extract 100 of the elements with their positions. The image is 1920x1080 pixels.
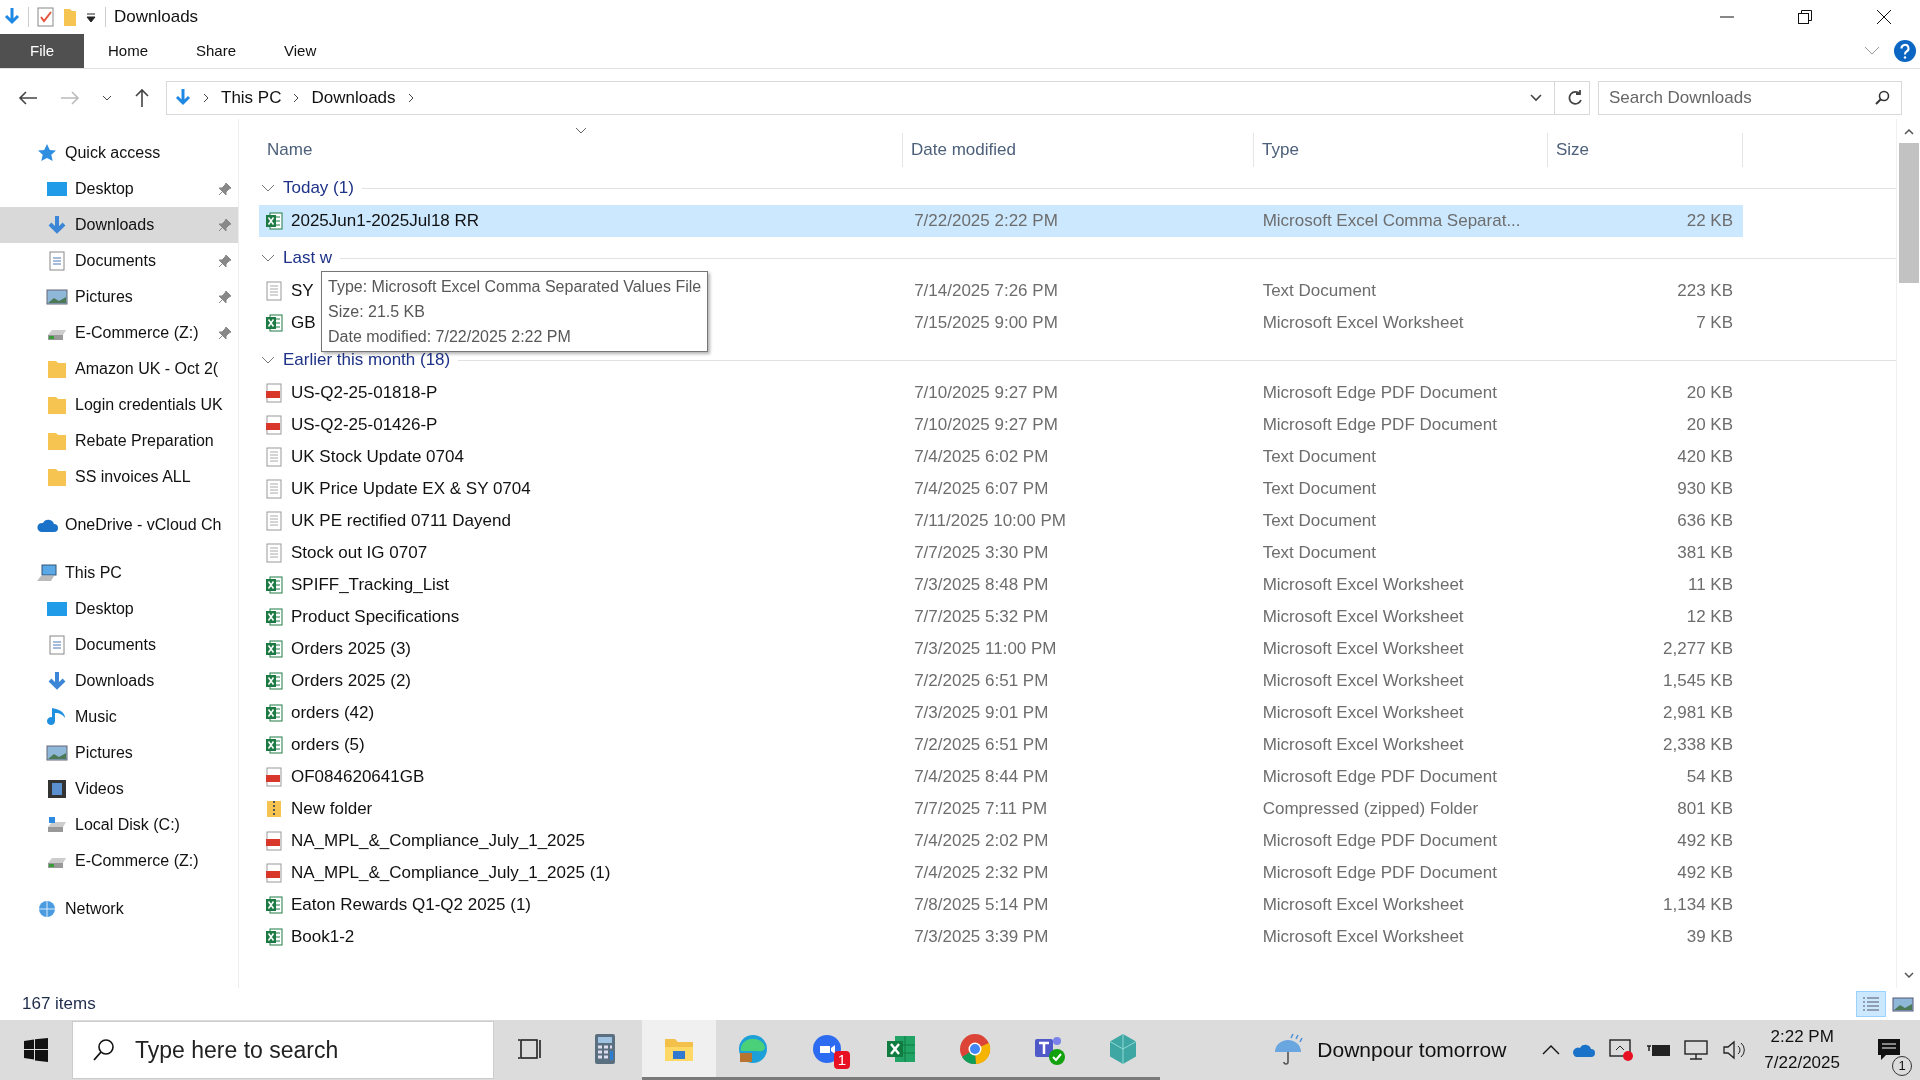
file-name[interactable]: US-Q2-25-01818-P xyxy=(291,383,438,403)
file-tab[interactable]: File xyxy=(0,34,84,68)
file-name[interactable]: NA_MPL_&_Compliance_July_1_2025 (1) xyxy=(291,863,611,883)
nav-item[interactable]: OneDrive - vCloud Ch xyxy=(0,507,238,543)
file-name[interactable]: Orders 2025 (2) xyxy=(291,671,411,691)
download-arrow-icon[interactable] xyxy=(4,7,20,27)
chevron-right-icon[interactable] xyxy=(407,93,414,103)
column-header[interactable]: Name xyxy=(259,133,903,167)
file-name[interactable]: New folder xyxy=(291,799,373,819)
windows-logo-icon[interactable] xyxy=(24,1038,48,1062)
address-bar[interactable]: This PC Downloads xyxy=(166,81,1590,115)
nav-item[interactable]: E-Commerce (Z:) xyxy=(0,843,238,879)
pin-icon[interactable] xyxy=(218,326,232,340)
chevron-down-icon[interactable] xyxy=(261,183,275,193)
nav-item[interactable]: Quick access xyxy=(0,135,238,171)
nav-item[interactable]: Downloads xyxy=(0,663,238,699)
nav-item[interactable]: Videos xyxy=(0,771,238,807)
nav-item[interactable]: SS invoices ALL xyxy=(0,459,238,495)
file-name[interactable]: UK Price Update EX & SY 0704 xyxy=(291,479,531,499)
selected-file-row[interactable]: 2025Jun1-2025Jul18 RR 7/22/2025 2:22 PM Microsoft Excel Comma Separat... 22 KB xyxy=(259,205,1743,237)
chevron-up-icon[interactable] xyxy=(1542,1045,1561,1055)
group-header[interactable]: Last w xyxy=(283,248,333,268)
back-arrow-icon[interactable] xyxy=(18,90,38,106)
network-icon[interactable] xyxy=(1684,1039,1711,1061)
file-name[interactable]: Orders 2025 (3) xyxy=(291,639,411,659)
scroll-thumb[interactable] xyxy=(1898,143,1919,283)
ribbon-tab[interactable]: Share xyxy=(172,34,261,68)
nav-item[interactable]: E-Commerce (Z:) xyxy=(0,315,238,351)
file-name[interactable]: NA_MPL_&_Compliance_July_1_2025 xyxy=(291,831,585,851)
file-name[interactable]: UK PE rectified 0711 Dayend xyxy=(291,511,511,531)
breadcrumb[interactable]: This PC xyxy=(221,88,282,108)
nav-item[interactable]: Login credentials UK xyxy=(0,387,238,423)
pin-icon[interactable] xyxy=(218,290,232,304)
screen-alert-icon[interactable] xyxy=(1608,1038,1635,1062)
download-arrow-icon xyxy=(175,88,191,108)
nav-item[interactable]: Local Disk (C:) xyxy=(0,807,238,843)
nav-item[interactable]: This PC xyxy=(0,555,238,591)
nav-item[interactable]: Desktop xyxy=(0,171,238,207)
file-name[interactable]: SPIFF_Tracking_List xyxy=(291,575,450,595)
pin-icon[interactable] xyxy=(218,182,232,196)
file-name[interactable]: GB xyxy=(291,313,316,333)
column-header[interactable]: Type xyxy=(1254,133,1548,167)
nav-item[interactable]: Pictures xyxy=(0,735,238,771)
nav-item[interactable]: Pictures xyxy=(0,279,238,315)
chevron-right-icon[interactable] xyxy=(293,93,300,103)
up-arrow-icon[interactable] xyxy=(134,88,150,108)
nav-item[interactable]: Network xyxy=(0,891,238,927)
help-icon[interactable] xyxy=(1894,40,1916,62)
ribbon-tab[interactable]: Home xyxy=(84,34,172,68)
file-name[interactable]: Book1-2 xyxy=(291,927,355,947)
chevron-right-icon[interactable] xyxy=(203,93,209,103)
chevron-down-icon[interactable] xyxy=(1530,94,1542,102)
restore-icon[interactable] xyxy=(1798,10,1812,24)
text-file-icon xyxy=(265,543,283,563)
clock-date[interactable]: 7/22/2025 xyxy=(1764,1050,1840,1076)
taskbar-search-field[interactable]: Type here to search xyxy=(72,1021,494,1079)
file-name[interactable]: 2025Jun1-2025Jul18 RR xyxy=(291,211,480,231)
chevron-down-icon[interactable] xyxy=(102,95,112,101)
taskbar-app[interactable]: 1 xyxy=(790,1020,864,1080)
file-name[interactable]: orders (5) xyxy=(291,735,365,755)
weather-text[interactable]: Downpour tomorrow xyxy=(1317,1038,1507,1062)
vertical-scrollbar[interactable] xyxy=(1896,119,1920,988)
group-header[interactable]: Earlier this month (18) xyxy=(283,350,451,370)
ribbon-tab[interactable]: View xyxy=(260,34,341,68)
file-type: Microsoft Excel Comma Separat... xyxy=(1261,211,1522,231)
group-header[interactable]: Today (1) xyxy=(283,178,354,198)
scroll-up-icon[interactable] xyxy=(1903,129,1914,135)
taskbar-app[interactable] xyxy=(642,1020,716,1080)
sort-chevron-icon[interactable] xyxy=(575,127,587,134)
cloud-icon[interactable] xyxy=(1572,1042,1597,1058)
scroll-down-icon[interactable] xyxy=(1903,972,1914,978)
file-name[interactable]: Product Specifications xyxy=(291,607,460,627)
clock-time[interactable]: 2:22 PM xyxy=(1770,1024,1834,1050)
nav-item[interactable]: Desktop xyxy=(0,591,238,627)
file-name[interactable]: UK Stock Update 0704 xyxy=(291,447,464,467)
search-icon[interactable] xyxy=(1874,90,1890,106)
breadcrumb[interactable]: Downloads xyxy=(311,88,396,108)
file-name[interactable]: Stock out IG 0707 xyxy=(291,543,428,563)
file-name[interactable]: OF084620641GB xyxy=(291,767,425,787)
file-name[interactable]: Eaton Rewards Q1-Q2 2025 (1) xyxy=(291,895,531,915)
pin-icon[interactable] xyxy=(218,218,232,232)
close-icon[interactable] xyxy=(1876,9,1892,25)
nav-item[interactable]: Documents xyxy=(0,243,238,279)
nav-item[interactable]: Amazon UK - Oct 2( xyxy=(0,351,238,387)
column-header[interactable]: Date modified xyxy=(903,133,1254,167)
nav-item[interactable]: Documents xyxy=(0,627,238,663)
column-header[interactable]: Size xyxy=(1548,133,1743,167)
chevron-down-icon[interactable] xyxy=(261,355,275,365)
file-name[interactable]: orders (42) xyxy=(291,703,375,723)
properties-icon[interactable] xyxy=(37,7,55,27)
nav-item[interactable]: Music xyxy=(0,699,238,735)
chevron-down-icon[interactable] xyxy=(261,253,275,263)
nav-item[interactable]: Downloads xyxy=(0,207,238,243)
nav-item[interactable]: Rebate Preparation xyxy=(0,423,238,459)
file-name[interactable]: US-Q2-25-01426-P xyxy=(291,415,438,435)
dropdown-arrow-icon[interactable] xyxy=(85,11,97,23)
file-name[interactable]: SY xyxy=(291,281,314,301)
refresh-icon[interactable] xyxy=(1567,89,1583,107)
search-field[interactable]: Search Downloads xyxy=(1598,81,1902,115)
pin-icon[interactable] xyxy=(218,254,232,268)
